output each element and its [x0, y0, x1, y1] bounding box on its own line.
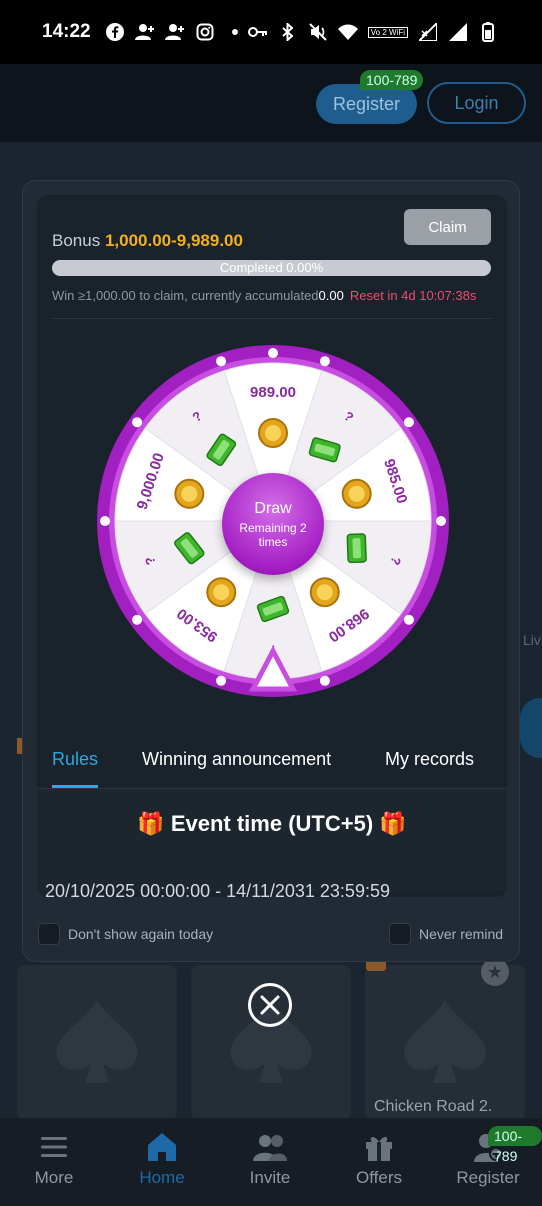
tab-my-records[interactable]: My records: [385, 749, 474, 770]
gift-icon: 🎁: [379, 811, 407, 836]
lucky-wheel-modal: Bonus 1,000.00-9,989.00 Claim Completed …: [22, 180, 520, 962]
close-icon: [260, 995, 280, 1015]
vowifi-label: Vo 2 WiFi: [367, 26, 408, 38]
rim-light: [268, 348, 278, 358]
bluetooth-icon: [278, 22, 298, 42]
status-bar: 14:22 Vo 2 WiFi: [0, 0, 542, 64]
dont-show-checkbox[interactable]: [38, 923, 60, 945]
nav-home[interactable]: Home: [112, 1130, 212, 1188]
instagram-icon: [195, 22, 215, 42]
tabs-panel: Rules Winning announcement My records 🎁 …: [37, 731, 507, 901]
draw-button[interactable]: Draw Remaining 2 times: [222, 473, 324, 575]
claim-note: Win ≥1,000.00 to claim, currently accumu…: [52, 288, 476, 303]
cash-stack-icon: [352, 538, 361, 559]
gold-coin-icon: [316, 584, 333, 601]
rim-light: [132, 417, 143, 428]
nav-register-badge: 100-789: [488, 1126, 542, 1164]
close-modal-button[interactable]: [248, 983, 292, 1027]
spade-icon: [404, 1000, 486, 1083]
key-icon: [247, 22, 268, 42]
add-person-icon: [134, 22, 155, 42]
rim-light: [319, 356, 330, 367]
event-title: Event time (UTC+5): [170, 811, 374, 836]
gold-coin-icon: [265, 425, 281, 441]
bg-game-card[interactable]: [17, 965, 177, 1120]
draw-label: Draw: [254, 499, 292, 517]
rim-light: [403, 417, 414, 428]
rim-light: [216, 356, 227, 367]
bonus-row: Bonus 1,000.00-9,989.00: [52, 231, 243, 251]
event-title-row: 🎁 Event time (UTC+5) 🎁: [37, 811, 507, 837]
dont-show-label: Don't show again today: [68, 926, 214, 942]
rim-light: [319, 675, 330, 686]
bg-live-label: Liv: [523, 632, 541, 648]
bg-live-icon: [520, 698, 542, 758]
claim-button[interactable]: Claim: [404, 209, 491, 245]
bg-game-title: Chicken Road 2.: [374, 1098, 493, 1115]
reset-countdown: Reset in 4d 10:07:38s: [349, 288, 477, 303]
home-icon: [112, 1130, 212, 1164]
mute-icon: [308, 22, 328, 42]
menu-icon: [4, 1130, 104, 1164]
bottom-nav: More Home Invite Offers Register: [0, 1118, 542, 1206]
bg-game-card[interactable]: [365, 965, 525, 1120]
accumulated-value: 0.00: [318, 288, 344, 303]
gold-coin-icon: [181, 485, 198, 502]
never-remind[interactable]: Never remind: [389, 923, 503, 945]
gift-box-icon: [329, 1130, 429, 1164]
nav-more[interactable]: More: [4, 1130, 104, 1188]
add-person-icon-2: [164, 22, 185, 42]
people-icon: [220, 1130, 320, 1164]
rules-content: 🎁 Event time (UTC+5) 🎁 20/10/2025 00:00:…: [37, 789, 507, 901]
rim-light: [100, 516, 110, 526]
nav-register-label: Register: [456, 1168, 520, 1187]
nav-home-label: Home: [139, 1168, 185, 1187]
tab-winning-announcement[interactable]: Winning announcement: [142, 749, 331, 770]
gold-coin-icon: [213, 584, 230, 601]
rim-light: [403, 614, 414, 625]
spade-icon: [56, 1000, 138, 1083]
nav-offers-label: Offers: [356, 1168, 402, 1187]
never-remind-checkbox[interactable]: [389, 923, 411, 945]
nav-more-label: More: [34, 1168, 74, 1187]
tab-rules[interactable]: Rules: [52, 749, 98, 770]
battery-icon: [478, 22, 498, 42]
wifi-icon: [337, 22, 358, 42]
header-register-button[interactable]: Register: [316, 84, 417, 124]
divider: [52, 318, 492, 319]
gift-icon: 🎁: [137, 811, 165, 836]
dont-show-today[interactable]: Don't show again today: [38, 923, 213, 945]
header-login-button[interactable]: Login: [427, 82, 526, 124]
dot-icon: [225, 22, 245, 42]
rim-light: [436, 516, 446, 526]
signal-icon: [418, 22, 438, 42]
facebook-icon: [105, 22, 125, 42]
bonus-label: Bonus: [52, 231, 101, 250]
never-remind-label: Never remind: [419, 926, 504, 942]
signal-full-icon: [448, 22, 468, 42]
screen: 14:22 Vo 2 WiFi Register Login 100-789 L…: [0, 0, 542, 1206]
nav-offers[interactable]: Offers: [329, 1130, 429, 1188]
header-register-badge: 100-789: [360, 70, 424, 90]
progress-bar: Completed 0.00%: [52, 260, 491, 276]
status-time: 14:22: [42, 21, 91, 42]
event-time-range: 20/10/2025 00:00:00 - 14/11/2031 23:59:5…: [45, 881, 390, 901]
progress-label: Completed 0.00%: [219, 260, 324, 275]
wheel-segment-label: 989.00: [250, 384, 296, 401]
nav-invite[interactable]: Invite: [220, 1130, 320, 1188]
favorite-star-icon[interactable]: ★: [481, 958, 509, 986]
gold-coin-icon: [348, 485, 365, 502]
rim-light: [132, 614, 143, 625]
bonus-amount: 1,000.00-9,989.00: [104, 231, 243, 250]
nav-invite-label: Invite: [249, 1168, 291, 1187]
rim-light: [216, 675, 227, 686]
remaining-label: Remaining 2 times: [239, 520, 307, 549]
claim-note-text: Win ≥1,000.00 to claim, currently accumu…: [52, 288, 319, 303]
